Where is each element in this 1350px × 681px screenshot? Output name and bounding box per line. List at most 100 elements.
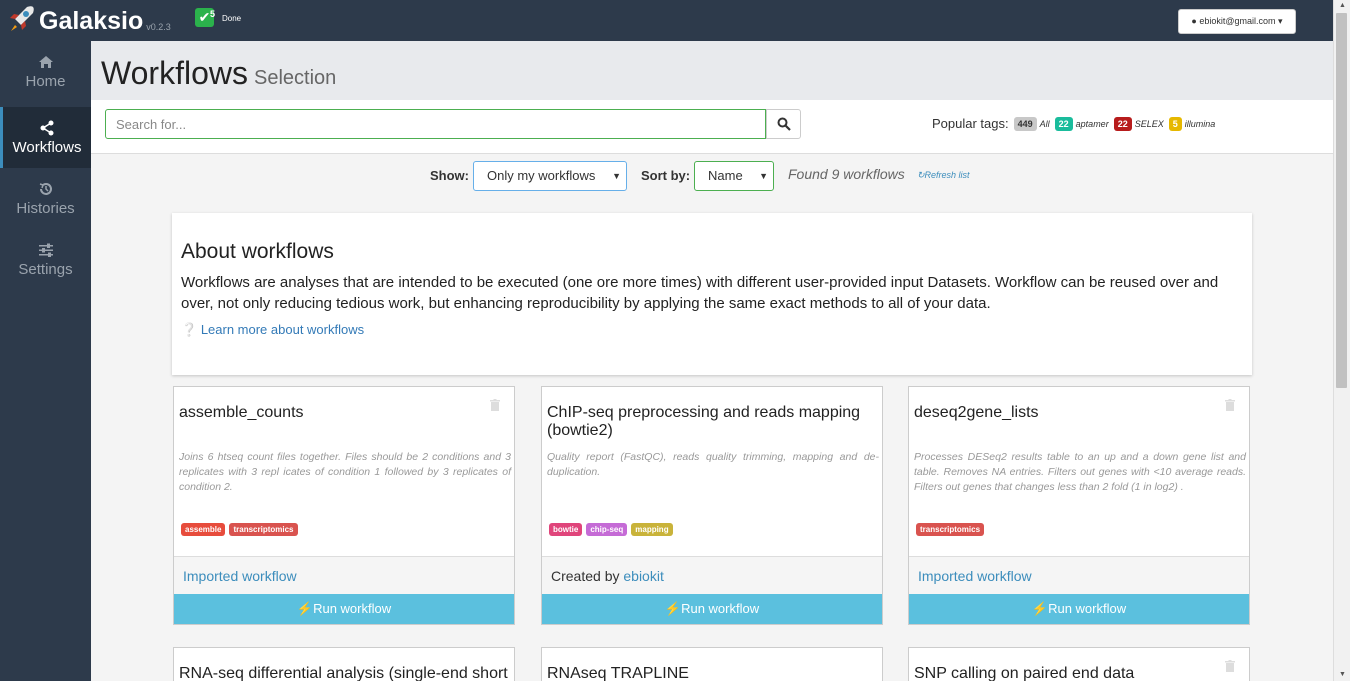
trash-icon[interactable] bbox=[1225, 660, 1235, 672]
run-workflow-button[interactable]: ⚡Run workflow bbox=[542, 594, 882, 624]
workflow-title: assemble_counts bbox=[179, 404, 304, 421]
jobs-status[interactable]: ✔ 5 Done bbox=[195, 8, 241, 27]
search-toolbar: Popular tags: 449 All 22 aptamer 22 SELE… bbox=[91, 100, 1333, 154]
sidebar-item-label: Home bbox=[25, 73, 66, 90]
sidebar-item-label: Settings bbox=[18, 261, 73, 278]
show-select-value: Only my workflows bbox=[487, 168, 596, 183]
workflow-footer-prefix: Created by bbox=[551, 568, 624, 584]
workflow-card: SNP calling on paired end data bbox=[908, 647, 1250, 681]
search-icon bbox=[777, 117, 791, 131]
trash-icon[interactable] bbox=[1225, 399, 1235, 411]
show-label: Show: bbox=[430, 168, 469, 183]
run-workflow-button[interactable]: ⚡Run workflow bbox=[909, 594, 1249, 624]
workflow-tag[interactable]: transcriptomics bbox=[229, 523, 298, 536]
home-icon bbox=[38, 56, 53, 68]
share-icon bbox=[40, 120, 54, 136]
workflow-card: deseq2gene_lists Processes DESeq2 result… bbox=[908, 386, 1250, 625]
tag-count-badge[interactable]: 5 bbox=[1168, 116, 1182, 131]
workflow-tag[interactable]: transcriptomics bbox=[916, 523, 985, 536]
workflow-footer: Imported workflow bbox=[174, 556, 514, 594]
workflow-tag[interactable]: assemble bbox=[181, 523, 226, 536]
sidebar-item-home[interactable]: Home bbox=[0, 41, 91, 102]
rocket-icon bbox=[10, 6, 34, 31]
workflow-card: assemble_counts Joins 6 htseq count file… bbox=[173, 386, 515, 625]
scrollbar[interactable]: ▲ ▼ bbox=[1333, 0, 1350, 681]
tag-label[interactable]: aptamer bbox=[1076, 119, 1109, 129]
tag-label[interactable]: SELEX bbox=[1135, 119, 1164, 129]
sidebar-item-label: Histories bbox=[16, 200, 75, 217]
page-title-text: Workflows bbox=[101, 55, 248, 91]
workflow-tag[interactable]: mapping bbox=[631, 523, 673, 536]
workflow-title: ChIP-seq preprocessing and reads mapping… bbox=[547, 404, 861, 439]
sliders-icon bbox=[38, 243, 53, 257]
learn-more-link[interactable]: ❔ Learn more about workflows bbox=[181, 322, 364, 338]
workflow-card: ChIP-seq preprocessing and reads mapping… bbox=[541, 386, 883, 625]
sidebar-item-label: Workflows bbox=[12, 139, 82, 156]
about-panel: About workflows Workflows are analyses t… bbox=[172, 213, 1252, 375]
tag-label[interactable]: illumina bbox=[1185, 119, 1216, 129]
run-workflow-button[interactable]: ⚡Run workflow bbox=[174, 594, 514, 624]
workflow-footer-link[interactable]: Imported workflow bbox=[183, 568, 297, 584]
jobs-status-label: Done bbox=[222, 14, 242, 23]
page-title: Workflows Selection bbox=[101, 55, 336, 92]
run-workflow-label: Run workflow bbox=[1048, 601, 1127, 616]
run-workflow-label: Run workflow bbox=[313, 601, 392, 616]
history-icon bbox=[39, 183, 52, 195]
popular-tags-label: Popular tags: bbox=[932, 116, 1009, 131]
workflow-tags: transcriptomics bbox=[916, 523, 988, 536]
tag-count-badge[interactable]: 22 bbox=[1054, 116, 1073, 131]
workflow-title: SNP calling on paired end data bbox=[914, 665, 1135, 681]
workflow-title: RNA-seq differential analysis (single-en… bbox=[179, 665, 508, 681]
trash-icon[interactable] bbox=[490, 399, 500, 411]
jobs-count: 5 bbox=[210, 9, 216, 19]
workflow-tag[interactable]: bowtie bbox=[549, 523, 583, 536]
sidebar: Home Workflows Histories Settings bbox=[0, 41, 91, 681]
bolt-icon: ⚡ bbox=[664, 601, 682, 616]
refresh-link[interactable]: ↻Refresh list bbox=[917, 170, 970, 181]
workflow-title: RNAseq TRAPLINE bbox=[547, 665, 689, 681]
workflow-description: Processes DESeq2 results table to an up … bbox=[914, 451, 1246, 493]
about-text: Workflows are analyses that are intended… bbox=[181, 274, 1219, 312]
sidebar-item-histories[interactable]: Histories bbox=[0, 168, 91, 229]
user-email: ebiokit@gmail.com bbox=[1199, 16, 1276, 26]
tag-count-badge[interactable]: 449 bbox=[1013, 116, 1037, 131]
caret-down-icon: ▼ bbox=[759, 171, 768, 181]
check-icon: ✔ 5 bbox=[195, 8, 216, 27]
refresh-label: Refresh list bbox=[924, 170, 970, 180]
filter-bar: Show: Only my workflows ▼ Sort by: Name … bbox=[91, 161, 1333, 193]
workflow-footer: Created by ebiokit bbox=[542, 556, 882, 594]
workflow-card: RNA-seq differential analysis (single-en… bbox=[173, 647, 515, 681]
app-name: Galaksio bbox=[39, 7, 144, 35]
page-header: Workflows Selection bbox=[91, 41, 1333, 100]
workflow-tag[interactable]: chip-seq bbox=[586, 523, 628, 536]
learn-more-label: Learn more about workflows bbox=[200, 322, 365, 337]
caret-down-icon: ▾ bbox=[1278, 16, 1283, 26]
bolt-icon: ⚡ bbox=[296, 601, 314, 616]
scrollbar-thumb[interactable] bbox=[1336, 13, 1347, 388]
sidebar-item-settings[interactable]: Settings bbox=[0, 229, 91, 290]
search-button[interactable] bbox=[766, 109, 801, 139]
search-input[interactable] bbox=[105, 109, 766, 139]
sort-select-value: Name bbox=[708, 168, 743, 183]
page-subtitle: Selection bbox=[253, 67, 337, 89]
user-menu-button[interactable]: ● ebiokit@gmail.com ▾ bbox=[1178, 9, 1296, 34]
question-circle-icon: ❔ bbox=[181, 322, 198, 337]
bolt-icon: ⚡ bbox=[1031, 601, 1049, 616]
about-title: About workflows bbox=[181, 240, 334, 263]
show-select[interactable]: Only my workflows ▼ bbox=[473, 161, 627, 191]
app-version: v0.2.3 bbox=[146, 22, 171, 32]
tag-label[interactable]: All bbox=[1040, 119, 1050, 129]
workflow-footer-link[interactable]: Imported workflow bbox=[918, 568, 1032, 584]
sort-label: Sort by: bbox=[641, 168, 691, 183]
found-count: Found 9 workflows bbox=[788, 166, 905, 182]
sort-select[interactable]: Name ▼ bbox=[694, 161, 774, 191]
app-logo[interactable]: Galaksio v0.2.3 bbox=[5, 3, 171, 35]
refresh-icon: ↻ bbox=[917, 170, 925, 180]
sidebar-item-workflows[interactable]: Workflows bbox=[0, 107, 91, 168]
tag-count-badge[interactable]: 22 bbox=[1113, 116, 1132, 131]
user-icon: ● bbox=[1191, 16, 1197, 26]
workflow-footer-link[interactable]: ebiokit bbox=[623, 568, 663, 584]
workflow-tags: assemble transcriptomics bbox=[181, 523, 302, 536]
scroll-up-icon[interactable]: ▲ bbox=[1334, 0, 1350, 12]
scroll-down-icon[interactable]: ▼ bbox=[1334, 669, 1350, 681]
